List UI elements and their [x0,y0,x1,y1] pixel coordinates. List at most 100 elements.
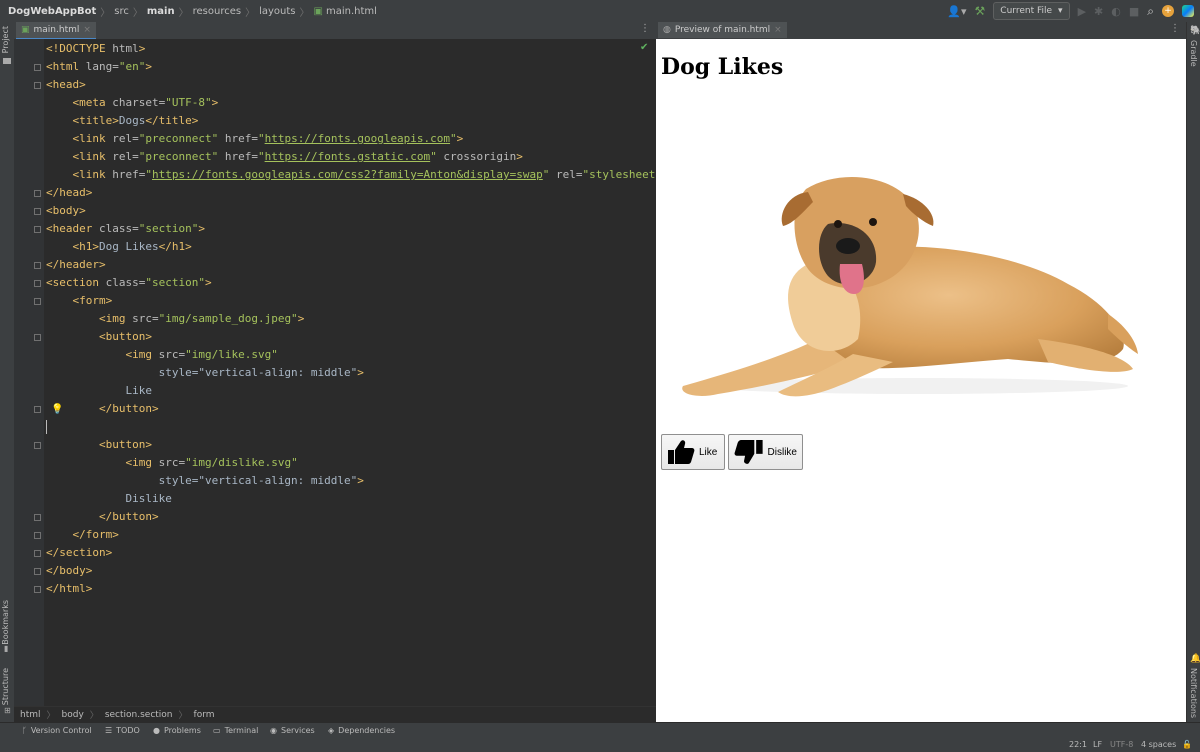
terminal-tool[interactable]: ▭ Terminal [213,726,258,735]
services-tool[interactable]: ◉ Services [270,726,315,735]
crumb-resources[interactable]: resources [193,6,241,17]
code-editor[interactable]: <!DOCTYPE html> <html lang="en"> <head> <m… [44,39,669,706]
file-encoding[interactable]: UTF-8 [1110,740,1133,749]
code-line[interactable]: <img src="img/dislike.svg" [46,454,297,472]
problems-tool[interactable]: ● Problems [153,726,201,735]
fold-marker-icon[interactable] [34,82,41,89]
tab-main-html[interactable]: ▣ main.html × [16,22,96,40]
code-line[interactable]: style="vertical-align: middle"> [46,472,364,490]
crumb-main[interactable]: main [147,6,175,17]
more-options-icon[interactable]: ⋮ [640,23,650,34]
fold-marker-icon[interactable] [34,298,41,305]
crumb-file[interactable]: main.html [326,6,377,17]
structure-tool-label[interactable]: Structure [1,668,10,705]
close-icon[interactable]: × [83,25,91,35]
code-line[interactable]: <link rel="preconnect" href="https://fon… [46,130,464,148]
fold-marker-icon[interactable] [34,514,41,521]
breadcrumb-body[interactable]: body [62,710,84,720]
fold-marker-icon[interactable] [34,334,41,341]
code-line[interactable]: Dislike [46,490,171,508]
fold-marker-icon[interactable] [34,406,41,413]
breadcrumb-form[interactable]: form [194,710,215,720]
code-line[interactable]: <body> [46,202,86,220]
fold-marker-icon[interactable] [34,568,41,575]
code-line[interactable]: </button> [46,508,159,526]
fold-marker-icon[interactable] [34,262,41,269]
fold-marker-icon[interactable] [34,190,41,197]
bookmarks-tool-label[interactable]: Bookmarks [1,600,10,645]
ide-logo-icon[interactable] [1182,5,1194,17]
crumb-layouts[interactable]: layouts [259,6,295,17]
fold-marker-icon[interactable] [34,226,41,233]
folder-icon[interactable] [3,58,11,64]
html-file-icon: ▣ [21,25,30,35]
dependencies-tool[interactable]: ◈ Dependencies [328,726,395,735]
code-line[interactable]: <header class="section"> [46,220,205,238]
dependencies-label: Dependencies [338,726,396,735]
thumbs-up-icon [668,440,695,464]
code-line[interactable]: <head> [46,76,86,94]
code-line[interactable]: <section class="section"> [46,274,212,292]
project-tool-label[interactable]: Project [1,26,10,53]
code-line[interactable]: <img src="img/like.svg" [46,346,277,364]
todo-tool[interactable]: ☰ TODO [105,726,140,735]
close-icon[interactable]: × [774,25,782,35]
bell-icon[interactable]: 🔔 [1190,654,1200,664]
inspection-ok-icon[interactable]: ✔ [640,42,648,53]
breadcrumb-html[interactable]: html [20,710,41,720]
lightbulb-icon[interactable]: 💡 [51,404,63,415]
code-line[interactable]: <button> [46,436,152,454]
user-icon[interactable]: 👤▾ [947,5,966,18]
gradle-tool-label[interactable]: Gradle [1189,40,1198,67]
code-line[interactable]: <form> [46,292,113,310]
fold-marker-icon[interactable] [34,586,41,593]
project-crumb[interactable]: DogWebAppBot [8,6,96,17]
code-line[interactable]: <h1>Dog Likes</h1> [46,238,192,256]
bookmark-icon[interactable]: ▮ [4,644,8,653]
fold-marker-icon[interactable] [34,442,41,449]
line-separator[interactable]: LF [1093,740,1102,749]
run-config-select[interactable]: Current File ▾ [993,2,1070,20]
fold-marker-icon[interactable] [34,550,41,557]
code-line[interactable]: </header> [46,256,106,274]
fold-marker-icon[interactable] [34,280,41,287]
code-line[interactable]: <meta charset="UTF-8"> [46,94,219,112]
code-line[interactable]: </section> [46,544,112,562]
fold-marker-icon[interactable] [34,532,41,539]
search-icon[interactable]: ⌕ [1147,4,1154,19]
indent-setting[interactable]: 4 spaces [1141,740,1176,749]
code-line[interactable]: <link rel="preconnect" href="https://fon… [46,148,523,166]
tab-preview[interactable]: ◍ Preview of main.html × [658,22,787,38]
code-line[interactable]: <html lang="en"> [46,58,152,76]
code-line[interactable]: <title>Dogs</title> [46,112,199,130]
breadcrumb-section[interactable]: section.section [105,710,173,720]
code-line[interactable]: Like [46,382,152,400]
code-line[interactable]: </body> [46,562,92,580]
version-control-tool[interactable]: ᚴ Version Control [22,726,92,735]
structure-icon[interactable]: ⊞ [4,706,11,715]
code-line[interactable]: </form> [46,526,119,544]
code-line[interactable]: </head> [46,184,92,202]
crumb-src[interactable]: src [114,6,129,17]
code-line[interactable]: <button> [46,328,152,346]
like-button[interactable]: Like [661,434,725,470]
fold-marker-icon[interactable] [34,64,41,71]
code-line[interactable]: <link href="https://fonts.googleapis.com… [46,166,669,184]
debug-icon[interactable]: ✱ [1094,5,1103,18]
notifications-tool-label[interactable]: Notifications [1189,668,1198,718]
dislike-button[interactable]: Dislike [728,434,803,470]
code-line[interactable]: </html> [46,580,92,598]
fold-marker-icon[interactable] [34,208,41,215]
build-hammer-icon[interactable]: ⚒ [975,4,986,18]
caret-position[interactable]: 22:1 [1069,740,1087,749]
lock-icon[interactable]: 🔓 [1182,740,1192,749]
more-options-icon[interactable]: ⋮ [1170,23,1180,34]
code-line[interactable]: <!DOCTYPE html> [46,40,145,58]
code-line[interactable]: style="vertical-align: middle"> [46,364,364,382]
stop-icon[interactable]: ■ [1129,5,1139,18]
coverage-icon[interactable]: ◐ [1111,5,1121,18]
code-line[interactable]: <img src="img/sample_dog.jpeg"> [46,310,304,328]
run-icon[interactable]: ▶ [1078,5,1086,18]
gradle-icon[interactable]: 🐘 [1190,26,1200,36]
updates-icon[interactable]: + [1162,5,1174,17]
